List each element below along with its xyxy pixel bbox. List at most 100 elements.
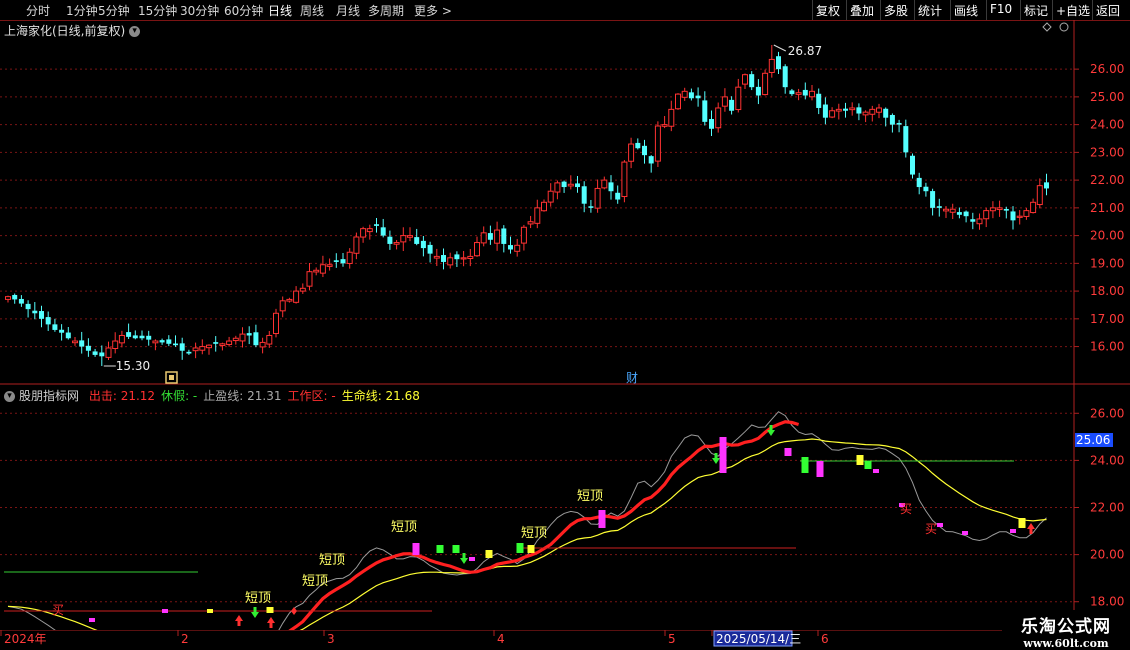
candle-body [118,334,125,344]
candlestick [916,172,922,195]
candlestick [856,103,862,121]
candle-body [856,107,862,114]
candle-body [608,182,614,192]
candlestick [441,248,446,270]
signal-bar [801,457,809,473]
toolbar-action-button[interactable]: +自选 [1056,2,1090,19]
candlestick [501,225,507,253]
toolbar-action-button[interactable]: 叠加 [850,2,874,19]
candle-body [755,86,761,96]
candlestick [380,218,386,238]
candle-body [333,260,339,262]
signal-bar [598,510,606,528]
chart-title-row: 上海家化(日线,前复权) ▾ [4,22,141,39]
toolbar-separator [950,0,951,20]
candlestick [5,295,11,303]
period-tab[interactable]: 日线 [268,2,292,19]
dropdown-circle-icon[interactable]: ▾ [129,26,141,37]
down-arrow-icon [712,453,720,464]
candlestick [118,330,125,348]
candle-body [1003,208,1009,211]
short-top-label: 短顶 [391,520,417,535]
candle-body [45,317,51,325]
toolbar-action-button[interactable]: 画线 [954,2,978,19]
indicator-tick-label: 24.00 [1090,453,1124,467]
candle-body [206,344,212,349]
candle-body [936,206,942,208]
candlestick [949,203,956,220]
period-tab[interactable]: 月线 [336,2,360,19]
indicator-chart[interactable]: 18.0020.0022.0024.0026.00短顶短顶短顶短顶 短顶短顶买买买… [0,385,1130,630]
candle-body [159,340,165,343]
candlestick [32,302,38,320]
candlestick [346,248,353,269]
toolbar-action-button[interactable]: 复权 [816,2,840,19]
up-arrow-icon [235,615,243,626]
candlestick [326,258,333,271]
candlestick [729,96,735,115]
toolbar-action-button[interactable]: F10 [990,2,1012,16]
period-tab[interactable]: 分时 [26,2,50,19]
candle-body [186,351,192,354]
period-tab[interactable]: 15分钟 [138,2,177,19]
period-tab[interactable]: 5分钟 [98,2,130,19]
candlestick [340,253,346,267]
candle-body [996,207,1003,211]
candlestick [642,139,647,164]
settings-circle-icon[interactable]: ▾ [4,391,15,402]
indicator-tick-label: 18.00 [1090,595,1124,609]
candle-body [688,92,694,99]
candle-body [809,90,815,98]
candle-body [621,161,628,198]
toolbar-action-button[interactable]: 返回 [1096,2,1120,19]
candlestick [353,232,360,260]
candlestick [366,224,373,240]
period-tab[interactable]: 更多 > [414,2,452,19]
candle-body [601,179,608,189]
candle-body [387,236,393,244]
candlestick [65,326,71,340]
candlestick [132,330,138,340]
candle-body [554,182,561,193]
toolbar-action-button[interactable]: 多股 [884,2,908,19]
down-arrow-icon [251,607,259,618]
candle-body [508,245,513,250]
price-chart[interactable]: 16.00 17.00 18.00 19.00 20.00 21.00 22.00 23.00… [0,20,1130,385]
price-tick-label: 25.00 [1090,90,1124,104]
candlestick [695,87,701,107]
candle-body [709,119,714,129]
period-tab[interactable]: 多周期 [368,2,404,19]
candlestick [742,73,748,89]
candle-body [1016,215,1023,218]
toolbar-separator [1092,0,1093,20]
candle-body [762,72,769,96]
signal-bar [1018,518,1026,528]
signal-bar [856,455,864,465]
candle-body [615,192,621,200]
time-tick-label: 6 [821,632,829,646]
candlestick [621,160,628,203]
candlestick [447,252,454,269]
candle-body [923,186,929,192]
period-tab[interactable]: 周线 [300,2,324,19]
candle-body [286,298,293,302]
candlestick [72,337,78,346]
candlestick [709,110,714,136]
candle-body [239,333,246,342]
candle-body [192,347,199,352]
candle-body [273,312,279,335]
candlestick [393,239,400,250]
indicator-name: 股朋指标网 [19,389,80,403]
toolbar-action-button[interactable]: 统计 [918,2,942,19]
period-tab[interactable]: 30分钟 [180,2,219,19]
watermark-url: www.60lt.com [1023,637,1109,650]
candle-body [293,290,300,303]
price-tick-label: 16.00 [1090,340,1124,354]
period-tab[interactable]: 60分钟 [224,2,263,19]
buy-label: 买 [925,522,937,536]
candlestick [1003,206,1009,219]
toolbar-action-button[interactable]: 标记 [1024,2,1048,19]
candle-body [85,345,91,351]
period-tab[interactable]: 1分钟 [66,2,98,19]
candlestick [896,119,902,133]
